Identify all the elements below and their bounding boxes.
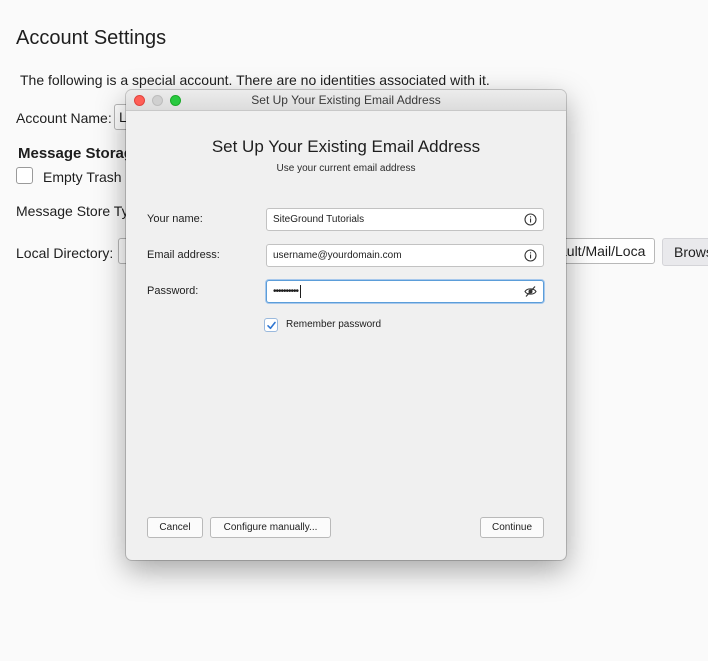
local-directory-input[interactable]: ault/Mail/Loca — [554, 238, 655, 264]
your-name-label: Your name: — [147, 213, 203, 225]
dialog-window-title: Set Up Your Existing Email Address — [251, 93, 441, 107]
checkmark-icon — [267, 321, 276, 330]
dialog-subheading: Use your current email address — [276, 163, 416, 174]
message-storage-heading: Message Storag — [18, 145, 134, 162]
browse-button[interactable]: Brows — [662, 238, 708, 266]
dialog-titlebar: Set Up Your Existing Email Address — [126, 90, 566, 111]
password-label: Password: — [147, 285, 199, 297]
remember-password-label: Remember password — [286, 319, 382, 330]
password-value: •••••••••• — [273, 281, 302, 302]
email-address-value: username@yourdomain.com — [273, 250, 402, 261]
remember-password-checkbox[interactable] — [264, 318, 278, 332]
your-name-input[interactable]: SiteGround Tutorials — [266, 208, 544, 231]
text-caret — [300, 284, 302, 298]
message-store-type-label: Message Store Ty — [16, 203, 129, 219]
cancel-button[interactable]: Cancel — [147, 517, 203, 538]
local-directory-label: Local Directory: — [16, 245, 114, 261]
email-setup-dialog: Set Up Your Existing Email Address Set U… — [126, 90, 566, 560]
continue-button[interactable]: Continue — [480, 517, 544, 538]
info-icon[interactable] — [524, 213, 537, 226]
page-title: Account Settings — [16, 27, 167, 49]
email-address-input[interactable]: username@yourdomain.com — [266, 244, 544, 267]
account-name-label: Account Name: — [16, 110, 112, 126]
your-name-value: SiteGround Tutorials — [273, 214, 365, 225]
empty-trash-checkbox[interactable] — [16, 167, 33, 184]
dialog-heading: Set Up Your Existing Email Address — [211, 137, 481, 156]
empty-trash-label: Empty Trash — [43, 169, 122, 185]
eye-slash-icon[interactable] — [524, 285, 537, 298]
password-input[interactable]: •••••••••• — [266, 280, 544, 303]
email-address-label: Email address: — [147, 249, 220, 261]
password-dots: •••••••••• — [273, 286, 299, 297]
info-icon[interactable] — [524, 249, 537, 262]
special-account-note: The following is a special account. Ther… — [20, 72, 490, 88]
configure-manually-button[interactable]: Configure manually... — [210, 517, 331, 538]
